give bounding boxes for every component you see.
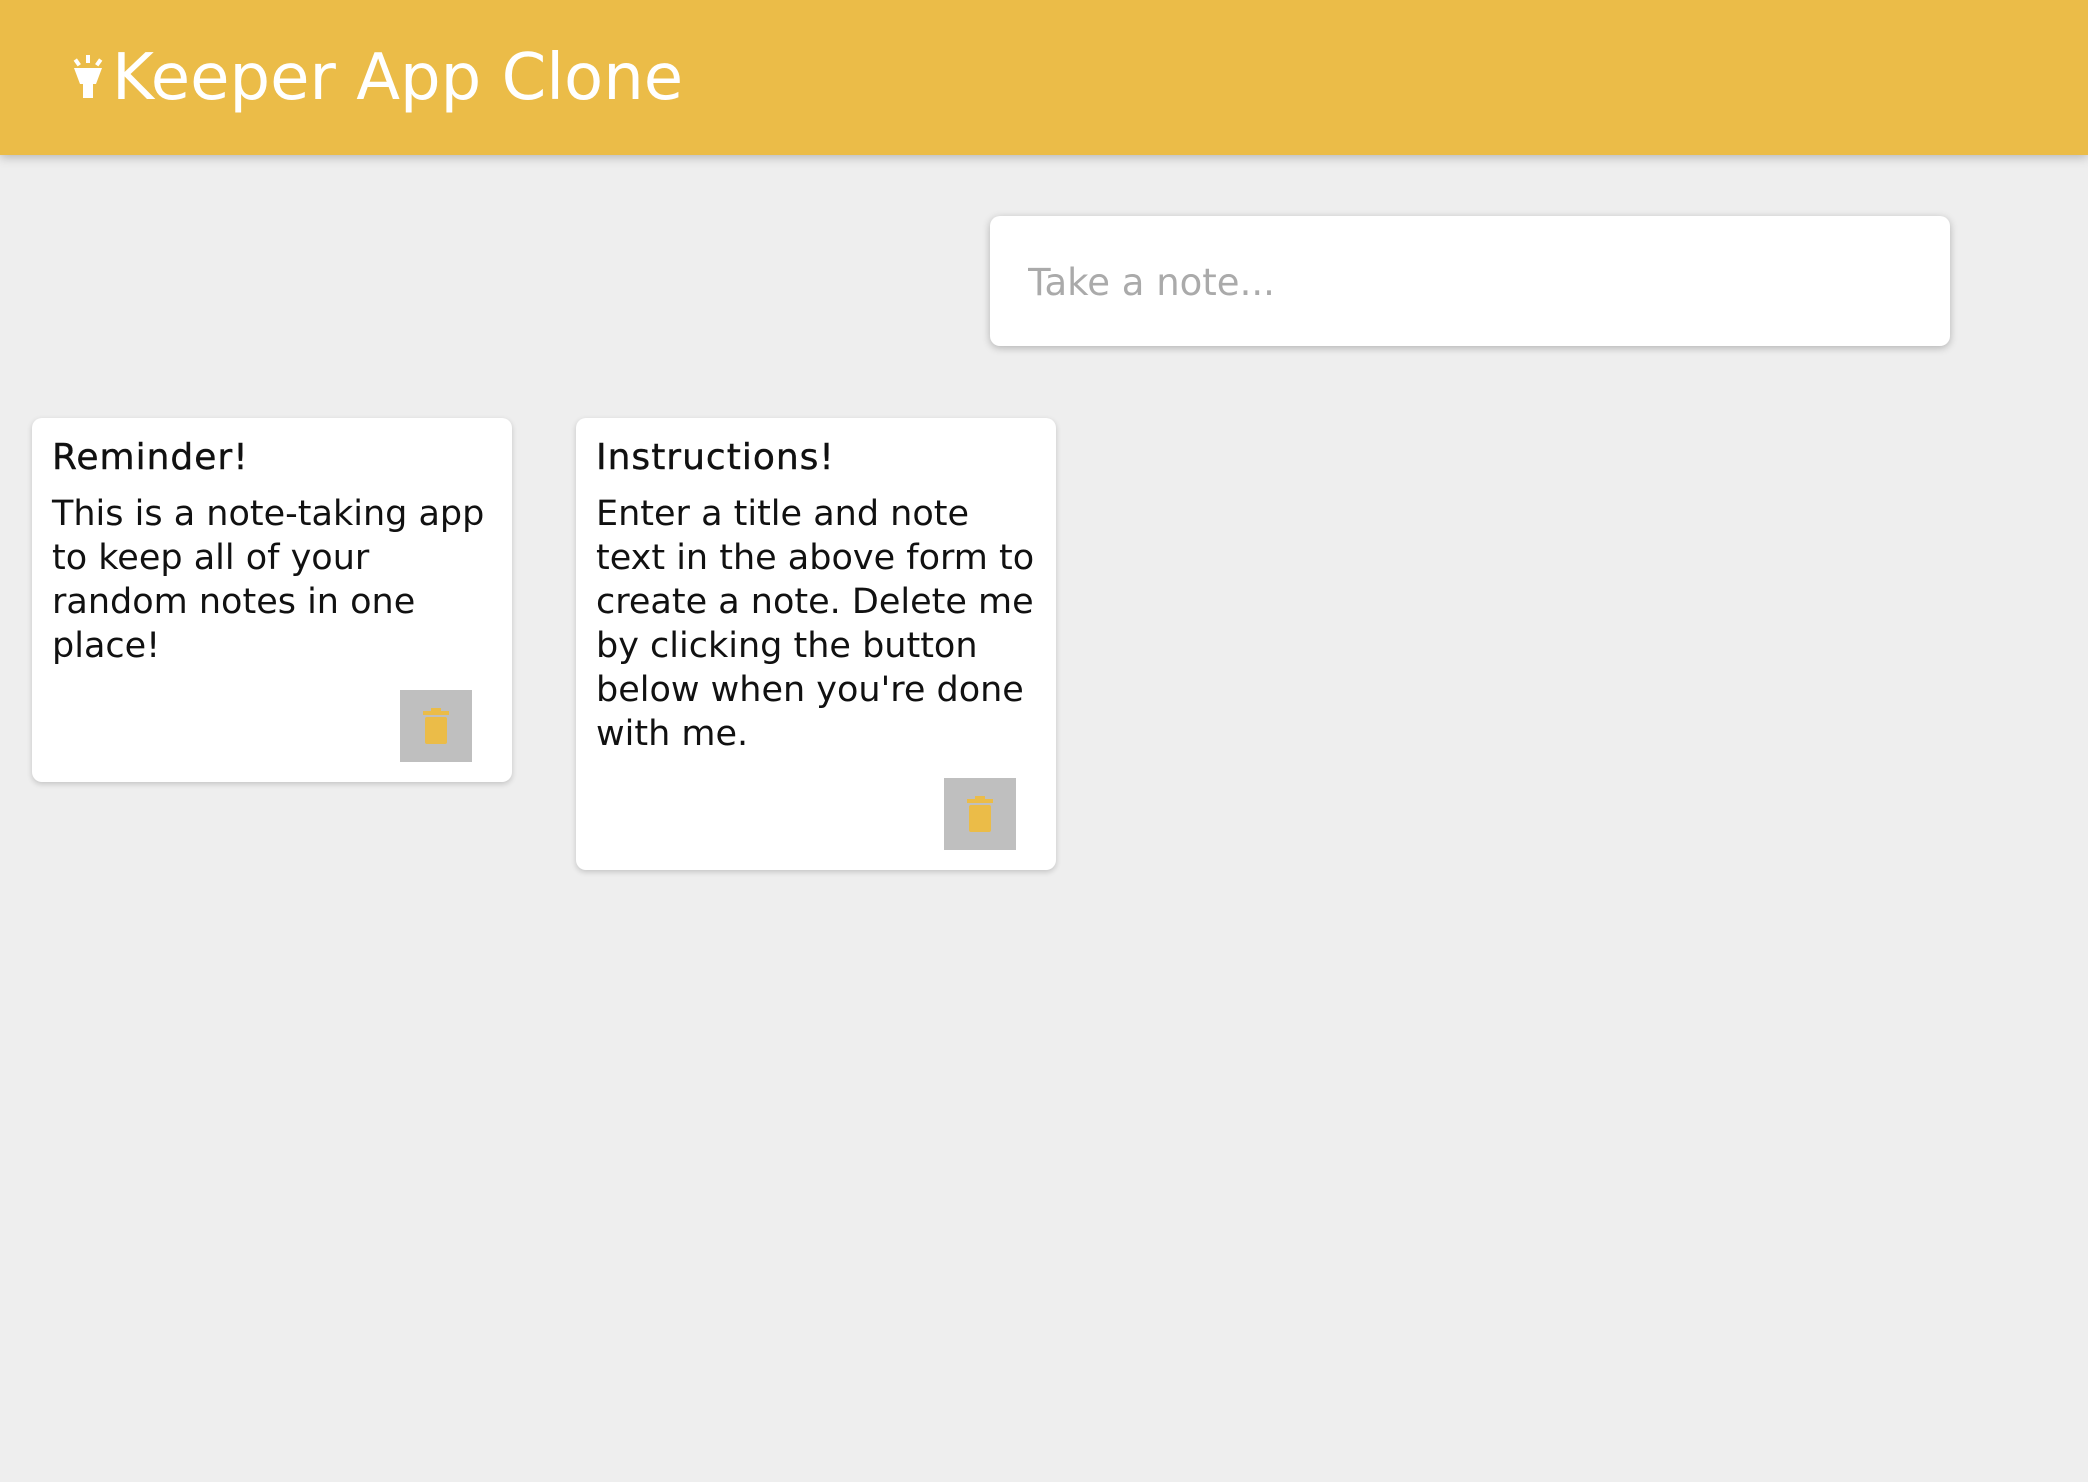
note-card: Instructions! Enter a title and note tex… — [576, 418, 1056, 870]
delete-note-button[interactable] — [400, 690, 472, 762]
note-title: Instructions! — [596, 437, 835, 478]
brand: Keeper App Clone — [68, 38, 683, 118]
app-header: Keeper App Clone — [0, 0, 2088, 155]
trash-icon — [967, 796, 993, 832]
create-note-form — [990, 216, 1950, 346]
note-title: Reminder! — [52, 437, 249, 478]
delete-note-button[interactable] — [944, 778, 1016, 850]
note-input[interactable] — [1028, 254, 1908, 310]
app-title: Keeper App Clone — [112, 41, 684, 115]
note-content: Enter a title and note text in the above… — [596, 494, 1035, 754]
note-card: Reminder! This is a note-taking app to k… — [32, 418, 512, 782]
highlight-lamp-icon — [73, 55, 103, 98]
trash-icon — [423, 708, 449, 744]
note-content: This is a note-taking app to keep all of… — [52, 494, 485, 666]
